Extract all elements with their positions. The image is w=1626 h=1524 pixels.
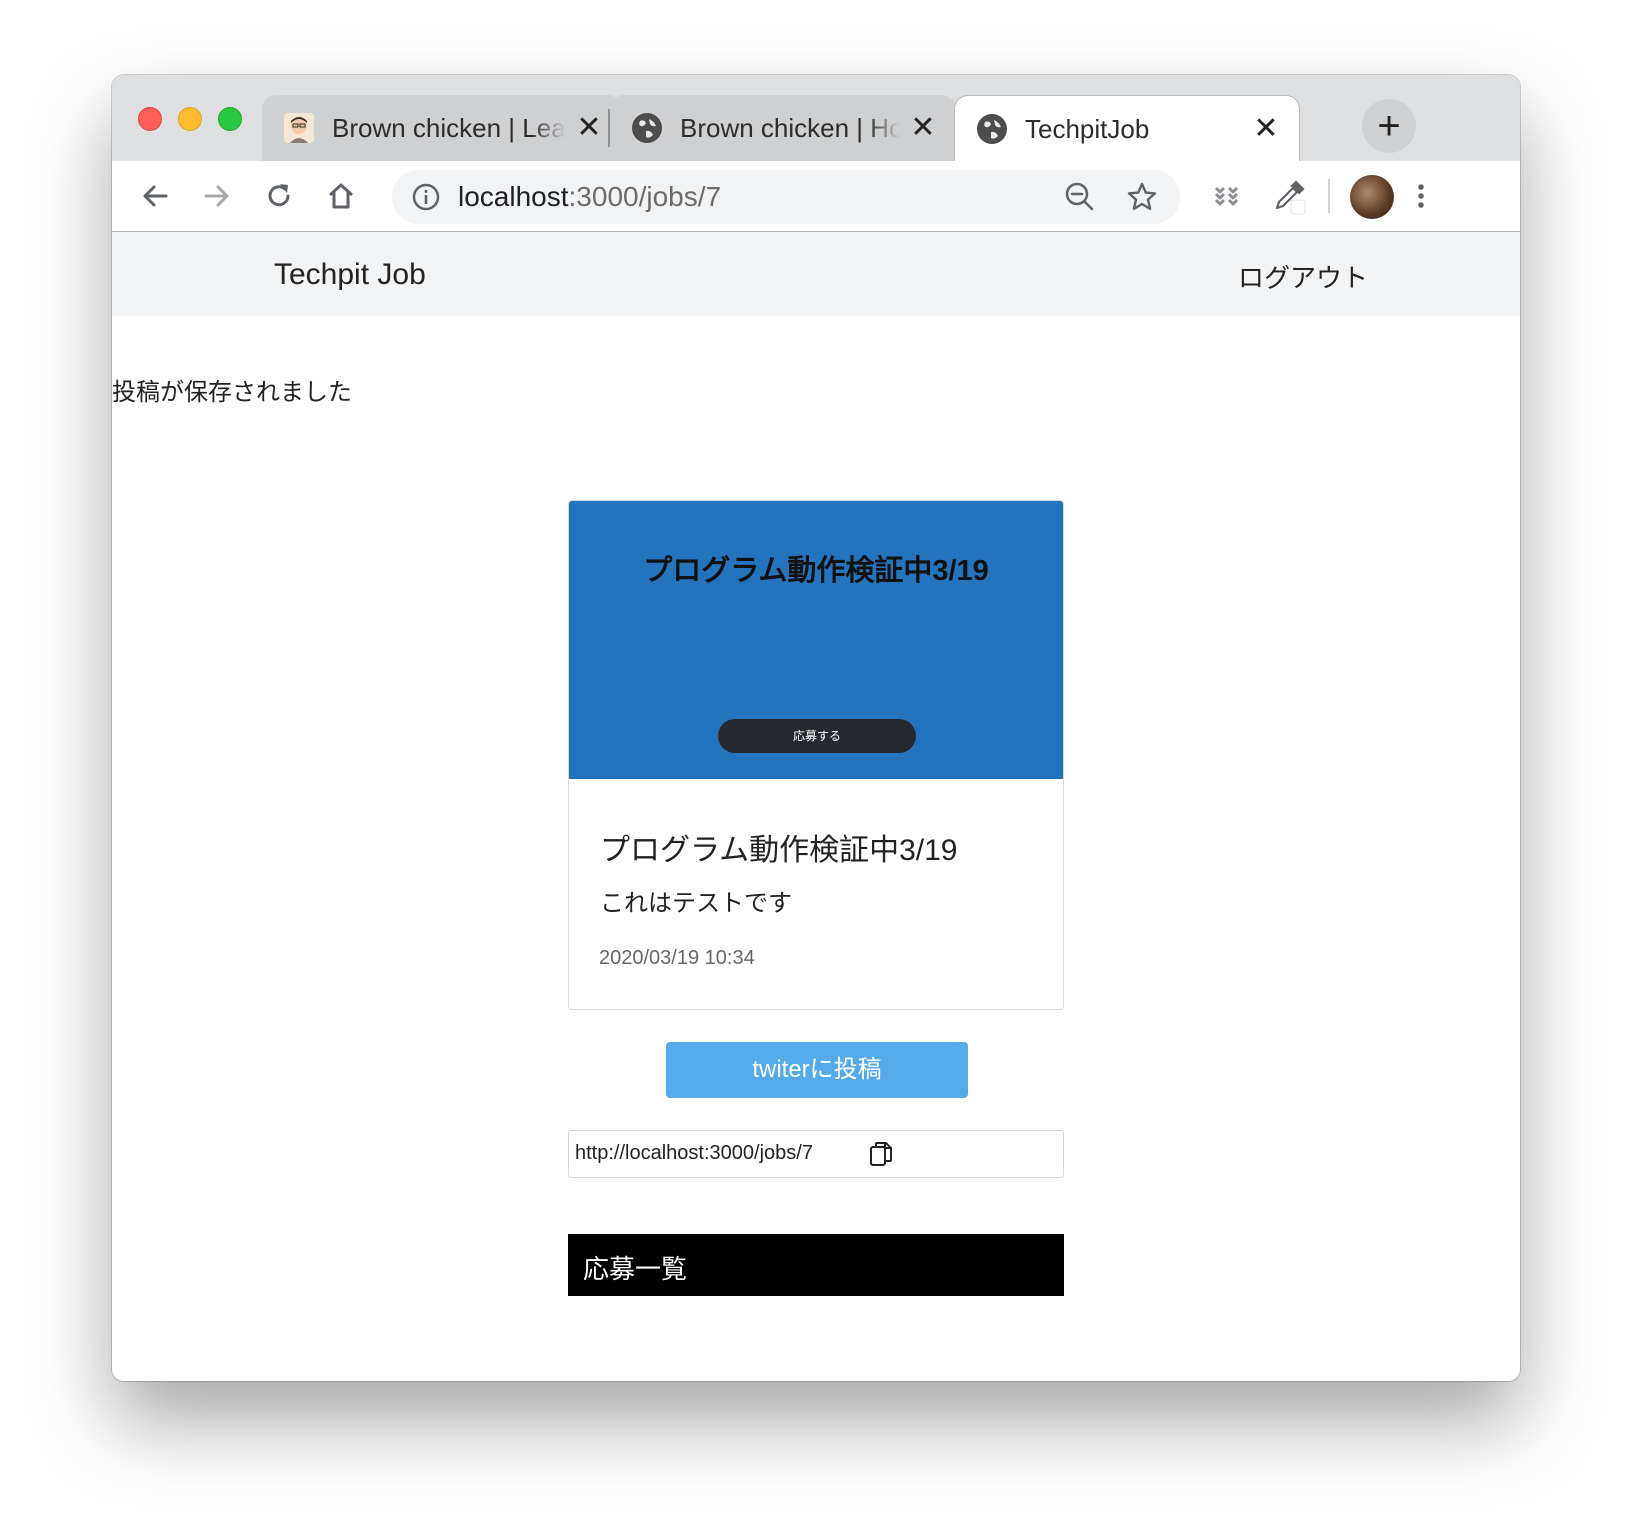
extension-icon[interactable] [1202, 171, 1252, 221]
tab-label: TechpitJob [1025, 113, 1150, 144]
home-icon[interactable] [316, 171, 366, 221]
address-bar[interactable]: localhost:3000/jobs/7 [392, 170, 1180, 224]
profile-avatar[interactable] [1350, 175, 1394, 219]
eyedropper-extension-icon[interactable] [1264, 171, 1314, 221]
logout-link[interactable]: ログアウト [1238, 258, 1368, 295]
job-description: これはテストです [600, 890, 792, 917]
brand-link[interactable]: Techpit Job [274, 258, 426, 292]
applicants-header: 応募一覧 [568, 1234, 1064, 1296]
zoom-window-button[interactable] [218, 107, 242, 131]
tweet-button[interactable]: twiterに投稿 [666, 1042, 968, 1098]
ogp-title: プログラム動作検証中3/19 [643, 555, 989, 587]
close-tab-icon[interactable]: ✕ [908, 113, 938, 143]
zoom-out-icon[interactable] [1064, 181, 1096, 213]
copy-icon[interactable] [869, 1141, 893, 1167]
close-window-button[interactable] [138, 107, 162, 131]
tab-label: Brown chicken | Lear [332, 112, 566, 143]
new-tab-button[interactable]: + [1362, 99, 1416, 153]
page-content: Techpit Job ログアウト 投稿が保存されました プログラム動作検証中3… [112, 232, 1520, 1381]
globe-icon [977, 114, 1007, 144]
applicants-title: 応募一覧 [583, 1254, 688, 1284]
back-icon[interactable] [130, 171, 180, 221]
browser-toolbar: localhost:3000/jobs/7 [112, 161, 1520, 232]
avatar-favicon-icon [284, 113, 314, 143]
tab-label: Brown chicken | Hom [680, 112, 900, 143]
job-ogp-image: プログラム動作検証中3/19 応募する [569, 501, 1063, 779]
job-date: 2020/03/19 10:34 [599, 947, 755, 969]
site-info-icon[interactable] [412, 183, 440, 211]
browser-window: Brown chicken | Lear ✕ Brown chicken | H… [112, 75, 1520, 1381]
job-card: プログラム動作検証中3/19 応募する プログラム動作検証中3/19 これはテス… [568, 500, 1064, 1010]
close-tab-icon[interactable]: ✕ [1251, 114, 1281, 144]
ogp-apply-button-image: 応募する [718, 719, 916, 753]
share-url-box: http://localhost:3000/jobs/7 [568, 1130, 1064, 1178]
toolbar-divider [1328, 179, 1330, 213]
globe-icon [632, 113, 662, 143]
tab-techpitjob[interactable]: TechpitJob ✕ [954, 95, 1300, 162]
job-title: プログラム動作検証中3/19 [600, 834, 958, 867]
bookmark-star-icon[interactable] [1126, 181, 1158, 213]
close-tab-icon[interactable]: ✕ [574, 113, 604, 143]
tab-strip: Brown chicken | Lear ✕ Brown chicken | H… [112, 75, 1520, 162]
url-host: localhost [458, 181, 569, 212]
reload-icon[interactable] [254, 171, 304, 221]
tab-brown-chicken-home[interactable]: Brown chicken | Hom ✕ [610, 95, 956, 161]
flash-message: 投稿が保存されました [112, 379, 352, 406]
url-text: localhost:3000/jobs/7 [458, 180, 721, 214]
minimize-window-button[interactable] [178, 107, 202, 131]
share-url-text: http://localhost:3000/jobs/7 [575, 1142, 813, 1164]
tab-brown-chicken-learn[interactable]: Brown chicken | Lear ✕ [262, 95, 622, 161]
url-path: :3000/jobs/7 [568, 181, 722, 212]
site-header: Techpit Job ログアウト [112, 232, 1520, 316]
menu-kebab-icon[interactable] [1396, 171, 1446, 221]
forward-icon[interactable] [192, 171, 242, 221]
